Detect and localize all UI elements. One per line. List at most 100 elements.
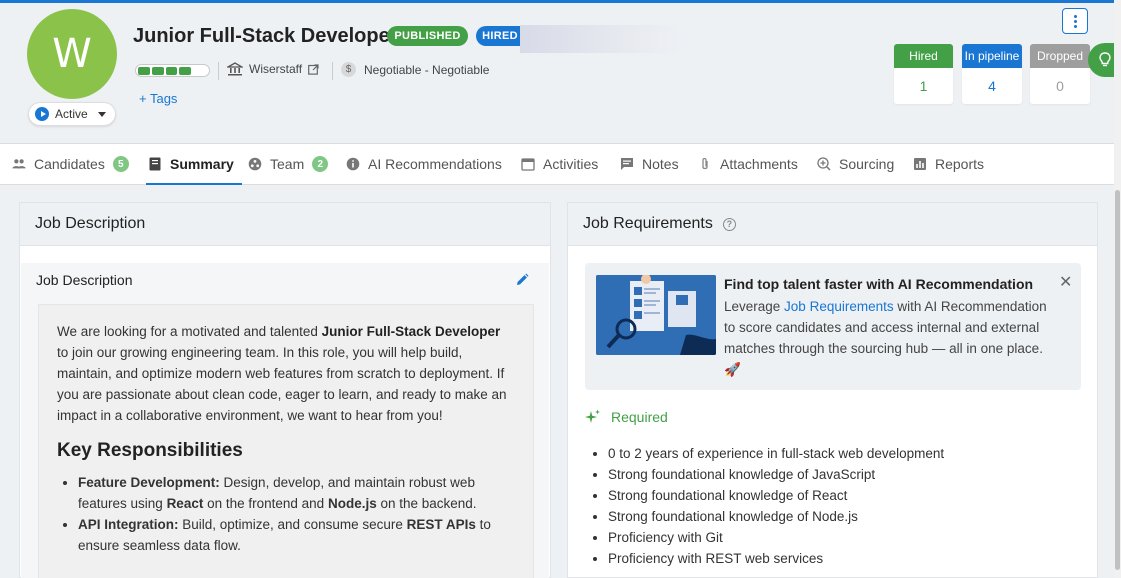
item-text: Build, optimize, and consume secure bbox=[178, 517, 407, 532]
job-requirements-panel: Job Requirements ? Find top talent faste… bbox=[567, 202, 1098, 578]
salary-value: Negotiable - Negotiable bbox=[364, 62, 490, 77]
item-text: on the frontend and bbox=[203, 496, 328, 511]
dollar-icon: $ bbox=[341, 62, 356, 77]
hired-stat[interactable]: Hired 1 bbox=[894, 44, 953, 104]
company-link[interactable]: Wiserstaff bbox=[227, 62, 319, 76]
panel-header: Job Requirements ? bbox=[568, 203, 1097, 246]
item-bold: React bbox=[166, 496, 204, 511]
dropped-stat-label: Dropped bbox=[1030, 44, 1090, 68]
tab-bar: Candidates 5 Summary Team 2 AI Recommend… bbox=[0, 143, 1114, 185]
candidates-count-badge: 5 bbox=[112, 156, 129, 172]
list-item: API Integration: Build, optimize, and co… bbox=[78, 514, 515, 556]
job-description-card: Job Description We are looking for a mot… bbox=[21, 263, 549, 578]
calendar-icon bbox=[521, 158, 535, 171]
tab-team[interactable]: Team 2 bbox=[248, 144, 329, 184]
item-bold: REST APIs bbox=[406, 517, 476, 532]
pipeline-stat-value: 4 bbox=[988, 78, 996, 94]
tab-activities[interactable]: Activities bbox=[521, 144, 598, 184]
status-dropdown[interactable]: Active bbox=[28, 102, 116, 126]
note-icon bbox=[621, 158, 633, 170]
tab-label: AI Recommendations bbox=[368, 156, 502, 172]
tab-label: Notes bbox=[642, 156, 679, 172]
tab-reports[interactable]: Reports bbox=[913, 144, 984, 184]
hired-badge: HIRED bbox=[476, 26, 524, 46]
tab-label: Attachments bbox=[720, 156, 798, 172]
divider bbox=[218, 62, 219, 80]
responsibilities-list: Feature Development: Design, develop, an… bbox=[57, 472, 515, 556]
team-icon bbox=[248, 157, 262, 171]
list-item: Proficiency with REST web services bbox=[608, 548, 944, 569]
company-name: Wiserstaff bbox=[249, 62, 303, 76]
list-item: Strong foundational knowledge of React bbox=[608, 485, 944, 506]
responsibilities-heading: Key Responsibilities bbox=[57, 440, 243, 461]
building-icon bbox=[227, 62, 243, 76]
recruiting-illustration bbox=[596, 275, 716, 355]
play-icon bbox=[35, 107, 49, 121]
sparkle-icon bbox=[585, 409, 600, 423]
pencil-icon[interactable] bbox=[515, 273, 529, 287]
intro-role: Junior Full-Stack Developer bbox=[321, 324, 501, 339]
tab-label: Team bbox=[270, 156, 305, 172]
external-link-icon bbox=[308, 63, 319, 75]
progress-segment bbox=[165, 66, 178, 75]
tab-sourcing[interactable]: Sourcing bbox=[817, 144, 894, 184]
item-title: Feature Development: bbox=[78, 475, 220, 490]
card-title: Job Description bbox=[36, 272, 133, 288]
job-requirements-link[interactable]: Job Requirements bbox=[784, 299, 894, 314]
document-icon bbox=[149, 157, 161, 171]
promo-text: Leverage Job Requirements with AI Recomm… bbox=[724, 296, 1054, 380]
dropped-stat-value: 0 bbox=[1056, 78, 1064, 94]
add-tags-button[interactable]: + Tags bbox=[139, 91, 177, 106]
hired-stat-value: 1 bbox=[919, 78, 928, 94]
sourcing-icon bbox=[817, 157, 831, 171]
tab-attachments[interactable]: Attachments bbox=[698, 144, 798, 184]
status-label: Active bbox=[55, 107, 88, 121]
list-item: 0 to 2 years of experience in full-stack… bbox=[608, 443, 944, 464]
dot bbox=[1073, 14, 1077, 18]
salary-info: $ Negotiable - Negotiable bbox=[341, 62, 489, 77]
redacted-area bbox=[520, 25, 688, 53]
panel-title: Job Description bbox=[20, 203, 550, 246]
pipeline-stat-label: In pipeline bbox=[962, 44, 1022, 68]
lightbulb-icon bbox=[1098, 52, 1111, 67]
tab-ai-recommendations[interactable]: AI Recommendations bbox=[346, 144, 502, 184]
tab-candidates[interactable]: Candidates 5 bbox=[12, 144, 129, 184]
intro-text: to join our growing engineering team. In… bbox=[57, 345, 507, 423]
progress-segment bbox=[151, 66, 164, 75]
list-item: Proficiency with Git bbox=[608, 527, 944, 548]
item-bold: Node.js bbox=[327, 496, 377, 511]
help-icon[interactable]: ? bbox=[722, 217, 736, 231]
progress-segment bbox=[138, 66, 150, 75]
published-badge: PUBLISHED bbox=[387, 26, 468, 46]
list-item: Strong foundational knowledge of Node.js bbox=[608, 506, 944, 527]
info-icon bbox=[346, 157, 360, 171]
pipeline-stat[interactable]: In pipeline 4 bbox=[962, 44, 1022, 104]
intro-paragraph: We are looking for a motivated and talen… bbox=[57, 321, 515, 426]
tab-label: Candidates bbox=[34, 156, 105, 172]
required-label: Required bbox=[611, 409, 668, 425]
panel-title: Job Requirements bbox=[583, 215, 713, 232]
item-title: API Integration: bbox=[78, 517, 179, 532]
description-content: We are looking for a motivated and talen… bbox=[38, 304, 534, 578]
intro-text: We are looking for a motivated and talen… bbox=[57, 324, 322, 339]
hired-stat-label: Hired bbox=[894, 44, 953, 68]
progress-segment bbox=[193, 67, 207, 75]
tab-label: Activities bbox=[543, 156, 599, 172]
tab-summary[interactable]: Summary bbox=[146, 144, 242, 185]
paperclip-icon bbox=[702, 157, 708, 170]
promo-illustration bbox=[596, 275, 716, 355]
more-options-button[interactable] bbox=[1062, 8, 1088, 34]
close-icon[interactable]: ✕ bbox=[1059, 272, 1072, 291]
promo-title: Find top talent faster with AI Recommend… bbox=[724, 276, 1034, 292]
scrollbar-thumb[interactable] bbox=[1115, 190, 1120, 570]
chart-icon bbox=[914, 158, 926, 170]
job-title: Junior Full-Stack Developer bbox=[133, 25, 398, 47]
dropped-stat[interactable]: Dropped 0 bbox=[1030, 44, 1090, 104]
dot bbox=[1073, 19, 1077, 23]
tab-label: Reports bbox=[935, 156, 985, 172]
list-item: Feature Development: Design, develop, an… bbox=[78, 472, 515, 514]
job-header: W Active Junior Full-Stack Developer PUB… bbox=[0, 3, 1121, 143]
people-icon bbox=[12, 159, 26, 169]
tab-notes[interactable]: Notes bbox=[620, 144, 679, 184]
divider bbox=[332, 62, 333, 80]
